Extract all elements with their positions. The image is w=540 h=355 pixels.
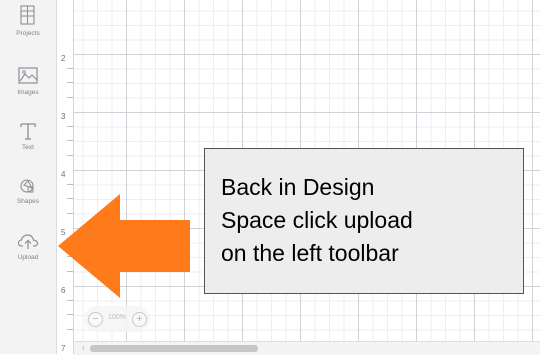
ruler-number: 7	[61, 344, 66, 353]
zoom-level: 100%	[108, 314, 126, 321]
left-toolbar: Projects Images Text Shapes Upload	[0, 0, 57, 354]
text-icon	[20, 123, 36, 140]
zoom-out-button[interactable]: −	[88, 312, 103, 327]
ruler-tick	[67, 140, 73, 141]
upload-label: Upload	[17, 254, 39, 261]
scrollbar-thumb[interactable]	[90, 345, 258, 352]
images-label: Images	[17, 89, 39, 96]
ruler-tick	[67, 184, 73, 185]
zoom-in-button[interactable]: +	[132, 312, 147, 327]
projects-icon	[20, 5, 35, 25]
ruler-tick	[67, 126, 73, 127]
horizontal-scrollbar[interactable]: ‹	[74, 341, 540, 355]
callout-line: on the left toolbar	[221, 240, 399, 266]
ruler-tick	[67, 329, 73, 330]
ruler-tick	[67, 314, 73, 315]
zoom-control: − 100% +	[84, 306, 150, 332]
ruler-number: 3	[61, 112, 66, 121]
text-label: Text	[22, 144, 34, 151]
ruler-tick	[67, 68, 73, 69]
callout-text: Back in Design Space click upload on the…	[221, 171, 521, 270]
callout-line: Space click upload	[221, 207, 413, 233]
ruler-tick	[67, 82, 73, 83]
ruler-tick	[67, 97, 73, 98]
projects-label: Projects	[16, 30, 40, 37]
callout-line: Back in Design	[221, 174, 375, 200]
image-icon	[18, 67, 38, 84]
text-tool[interactable]: Text	[0, 120, 56, 151]
shapes-label: Shapes	[16, 198, 40, 205]
ruler-number: 4	[61, 170, 66, 179]
orange-arrow-pointer	[58, 194, 190, 298]
ruler-number: 2	[61, 54, 66, 63]
shapes-icon	[20, 179, 34, 193]
upload-tool[interactable]: Upload	[0, 232, 56, 261]
images-tool[interactable]: Images	[0, 65, 56, 96]
shapes-tool[interactable]: Shapes	[0, 176, 56, 205]
arrow-body	[58, 194, 190, 298]
scroll-left-arrow[interactable]: ‹	[82, 343, 85, 352]
instruction-callout: Back in Design Space click upload on the…	[204, 148, 524, 294]
projects-tool[interactable]: Projects	[0, 4, 56, 37]
ruler-tick	[67, 155, 73, 156]
upload-icon	[17, 234, 39, 249]
